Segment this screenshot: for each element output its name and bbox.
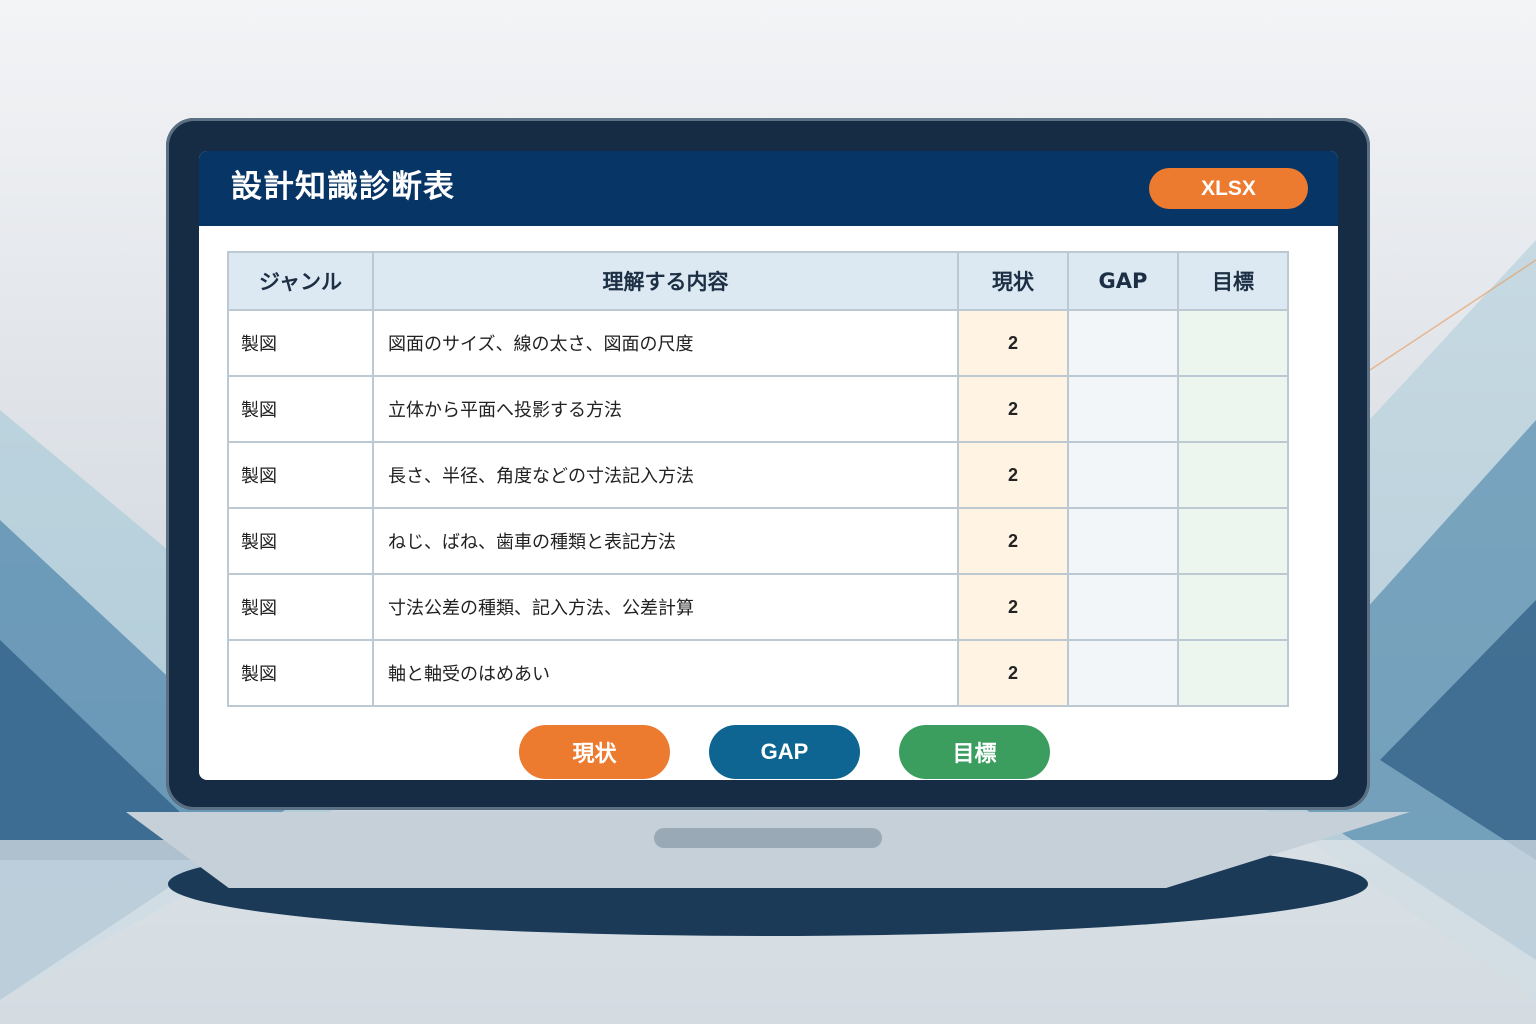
content-cell: 長さ、半径、角度などの寸法記入方法 [372,441,959,509]
app-screen: 設計知識診断表 XLSX ジャンル 理解する内容 現状 GAP 目標 製図 図面… [199,151,1338,780]
content-cell: ねじ、ばね、歯車の種類と表記方法 [372,507,959,575]
gap-cell[interactable] [1067,375,1179,443]
laptop-notch [654,828,882,848]
content-cell: 図面のサイズ、線の太さ、図面の尺度 [372,309,959,377]
column-header-current: 現状 [957,251,1069,311]
genre-cell: 製図 [227,639,374,707]
gap-cell[interactable] [1067,441,1179,509]
column-header-target: 目標 [1177,251,1289,311]
column-header-genre: ジャンル [227,251,374,311]
genre-cell: 製図 [227,375,374,443]
content-cell: 軸と軸受のはめあい [372,639,959,707]
current-cell[interactable]: 2 [957,441,1069,509]
gap-cell[interactable] [1067,573,1179,641]
table-row: 製図 長さ、半径、角度などの寸法記入方法 2 [227,441,1289,509]
genre-cell: 製図 [227,441,374,509]
table-row: 製図 立体から平面へ投影する方法 2 [227,375,1289,443]
header-bar: 設計知識診断表 XLSX [199,151,1338,226]
page-title: 設計知識診断表 [231,169,455,205]
target-cell[interactable] [1177,375,1289,443]
column-header-content: 理解する内容 [372,251,959,311]
target-cell[interactable] [1177,441,1289,509]
current-cell[interactable]: 2 [957,375,1069,443]
content-cell: 寸法公差の種類、記入方法、公差計算 [372,573,959,641]
current-cell[interactable]: 2 [957,639,1069,707]
table-row: 製図 ねじ、ばね、歯車の種類と表記方法 2 [227,507,1289,575]
gap-cell[interactable] [1067,309,1179,377]
target-cell[interactable] [1177,639,1289,707]
gap-cell[interactable] [1067,507,1179,575]
gap-button[interactable]: GAP [709,725,860,779]
genre-cell: 製図 [227,573,374,641]
target-cell[interactable] [1177,309,1289,377]
table-row: 製図 軸と軸受のはめあい 2 [227,639,1289,707]
table-row: 製図 寸法公差の種類、記入方法、公差計算 2 [227,573,1289,641]
genre-cell: 製図 [227,309,374,377]
target-cell[interactable] [1177,507,1289,575]
current-cell[interactable]: 2 [957,309,1069,377]
current-cell[interactable]: 2 [957,507,1069,575]
current-button[interactable]: 現状 [519,725,670,779]
genre-cell: 製図 [227,507,374,575]
current-cell[interactable]: 2 [957,573,1069,641]
gap-cell[interactable] [1067,639,1179,707]
target-button[interactable]: 目標 [899,725,1050,779]
table-header-row: ジャンル 理解する内容 現状 GAP 目標 [227,251,1289,311]
target-cell[interactable] [1177,573,1289,641]
xlsx-export-button[interactable]: XLSX [1149,168,1308,209]
diagnosis-table: ジャンル 理解する内容 現状 GAP 目標 製図 図面のサイズ、線の太さ、図面の… [227,251,1289,707]
content-cell: 立体から平面へ投影する方法 [372,375,959,443]
column-header-gap: GAP [1067,251,1179,311]
table-row: 製図 図面のサイズ、線の太さ、図面の尺度 2 [227,309,1289,377]
